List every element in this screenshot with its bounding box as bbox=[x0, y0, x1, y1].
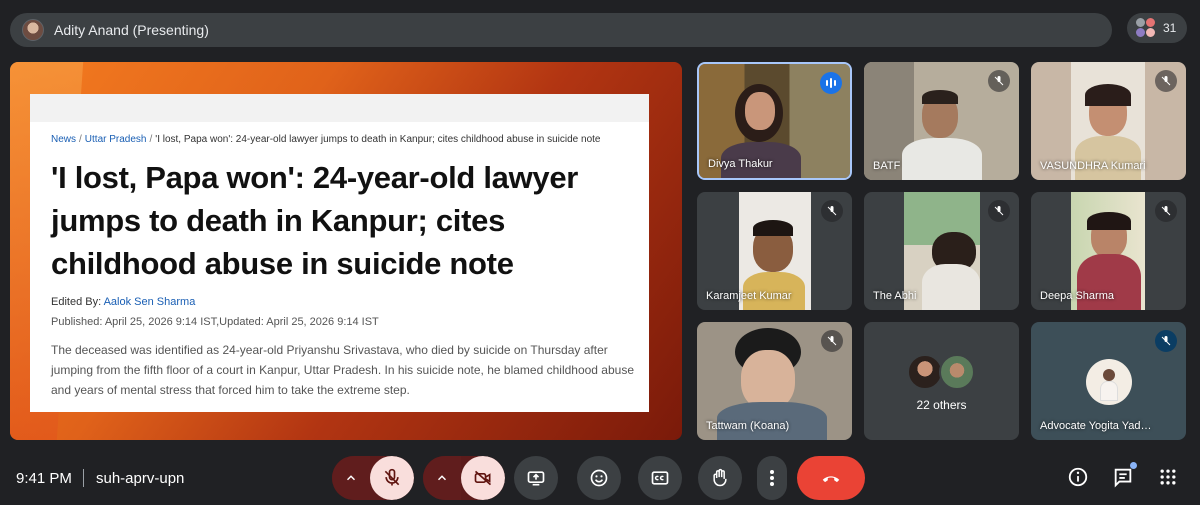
participant-name: BATF bbox=[873, 160, 901, 172]
edited-by-label: Edited By: bbox=[51, 296, 102, 308]
mic-off-icon bbox=[988, 200, 1010, 222]
camera-options-button[interactable] bbox=[423, 456, 461, 500]
mic-off-icon bbox=[384, 468, 400, 486]
more-icon bbox=[770, 470, 774, 486]
participant-name: Advocate Yogita Yad… bbox=[1040, 420, 1152, 432]
camera-toggle-button[interactable] bbox=[461, 456, 505, 500]
chat-button[interactable] bbox=[1111, 462, 1137, 489]
speaking-indicator-icon bbox=[820, 72, 842, 94]
chat-icon bbox=[1114, 468, 1132, 488]
chevron-up-icon bbox=[346, 475, 356, 481]
avatar bbox=[1086, 359, 1132, 405]
activities-icon bbox=[1160, 469, 1176, 485]
participant-name: Deepa Sharma bbox=[1040, 290, 1114, 302]
presenter-bar[interactable]: Adity Anand (Presenting) bbox=[10, 13, 1112, 47]
mic-off-icon bbox=[821, 200, 843, 222]
mic-toggle-button[interactable] bbox=[370, 456, 414, 500]
raise-hand-icon bbox=[713, 468, 727, 487]
clock: 9:41 PM bbox=[16, 470, 72, 487]
breadcrumb: News / Uttar Pradesh / 'I lost, Papa won': 2… bbox=[51, 134, 601, 145]
mic-off-icon bbox=[1155, 70, 1177, 92]
notification-dot bbox=[1130, 462, 1137, 469]
present-icon bbox=[527, 471, 545, 486]
mic-options-button[interactable] bbox=[332, 456, 370, 500]
mic-off-icon bbox=[1155, 330, 1177, 352]
participant-tile[interactable]: The Abhi bbox=[864, 192, 1019, 310]
people-avatars bbox=[1133, 17, 1159, 39]
raise-hand-button[interactable] bbox=[698, 456, 742, 500]
more-options-button[interactable] bbox=[757, 456, 787, 500]
participant-tile[interactable]: Tattwam (Koana) bbox=[697, 322, 852, 440]
article-published: Published: April 25, 2026 9:14 IST,Updat… bbox=[51, 316, 379, 328]
participant-name: Tattwam (Koana) bbox=[706, 420, 790, 432]
present-button[interactable] bbox=[514, 456, 558, 500]
article-editor: Edited By: Aalok Sen Sharma bbox=[51, 296, 195, 308]
participant-tile[interactable]: Karamjeet Kumar bbox=[697, 192, 852, 310]
people-button[interactable]: 31 bbox=[1127, 13, 1187, 43]
emoji-button[interactable] bbox=[577, 456, 621, 500]
others-avatars bbox=[907, 354, 979, 390]
others-tile[interactable]: 22 others bbox=[864, 322, 1019, 440]
browser-strip bbox=[30, 94, 649, 122]
mic-off-icon bbox=[821, 330, 843, 352]
participant-tile[interactable]: BATF bbox=[864, 62, 1019, 180]
camera-control[interactable] bbox=[423, 456, 505, 500]
article-headline: 'I lost, Papa won': 24-year-old lawyer j… bbox=[51, 160, 579, 281]
meeting-details-button[interactable] bbox=[1066, 465, 1090, 489]
meeting-code: suh-aprv-upn bbox=[96, 470, 185, 487]
leave-call-button[interactable] bbox=[797, 456, 865, 500]
mic-off-icon bbox=[988, 70, 1010, 92]
others-count: 22 others bbox=[916, 398, 967, 412]
activities-button[interactable] bbox=[1156, 465, 1180, 489]
participant-name: VASUNDHRA Kumari bbox=[1040, 160, 1146, 172]
breadcrumb-current: 'I lost, Papa won': 24-year-old lawyer j… bbox=[155, 134, 601, 145]
shared-article: News / Uttar Pradesh / 'I lost, Papa won': 2… bbox=[30, 94, 649, 412]
participant-tile[interactable]: VASUNDHRA Kumari bbox=[1031, 62, 1186, 180]
emoji-icon bbox=[590, 469, 608, 487]
captions-icon bbox=[651, 471, 669, 485]
article-body: The deceased was identified as 24-year-o… bbox=[51, 343, 635, 397]
participant-count: 31 bbox=[1163, 21, 1177, 35]
chevron-up-icon bbox=[437, 475, 447, 481]
presenter-name: Adity Anand (Presenting) bbox=[54, 22, 209, 38]
call-end-icon bbox=[822, 476, 840, 483]
breadcrumb-section: Uttar Pradesh bbox=[84, 134, 147, 145]
camera-off-icon bbox=[474, 470, 492, 486]
presentation-area: News / Uttar Pradesh / 'I lost, Papa won': 2… bbox=[10, 62, 682, 440]
breadcrumb-home: News bbox=[51, 134, 77, 145]
info-icon bbox=[1068, 467, 1088, 487]
presenter-avatar bbox=[22, 19, 44, 41]
participant-name: The Abhi bbox=[873, 290, 917, 302]
participant-tile[interactable]: Divya Thakur bbox=[697, 62, 852, 180]
participant-name: Divya Thakur bbox=[708, 158, 773, 170]
participant-name: Karamjeet Kumar bbox=[706, 290, 792, 302]
mic-control[interactable] bbox=[332, 456, 414, 500]
editor-name: Aalok Sen Sharma bbox=[103, 296, 196, 308]
divider bbox=[83, 469, 84, 487]
participant-tile[interactable]: Deepa Sharma bbox=[1031, 192, 1186, 310]
captions-button[interactable] bbox=[638, 456, 682, 500]
participant-tile[interactable]: Advocate Yogita Yad… bbox=[1031, 322, 1186, 440]
mic-off-icon bbox=[1155, 200, 1177, 222]
